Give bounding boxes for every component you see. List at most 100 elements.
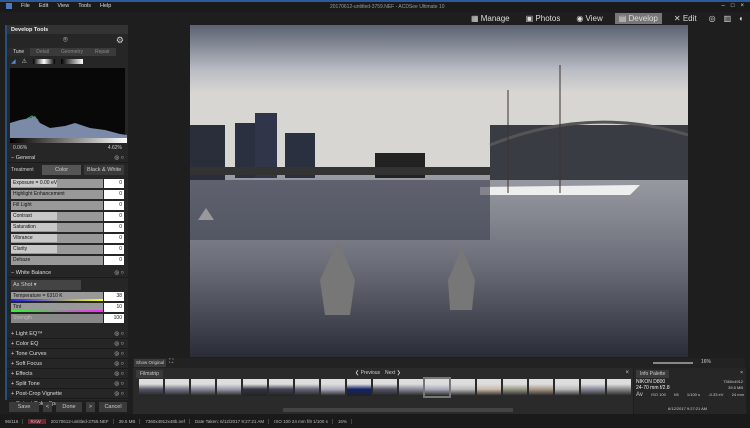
reset-icon[interactable]: ◎ ○ [114, 361, 124, 367]
tab-tune[interactable]: Tune [7, 48, 31, 56]
show-original-button[interactable]: Show Original [134, 359, 166, 367]
filmstrip-thumbnail[interactable] [477, 379, 501, 396]
reset-icon[interactable]: ◎ ○ [114, 270, 124, 276]
next-button[interactable]: > [86, 402, 95, 412]
tone-strip[interactable] [61, 58, 84, 64]
menu-file[interactable]: File [21, 3, 30, 9]
mode-manage[interactable]: ▦ Manage [467, 13, 514, 24]
zoom-slider[interactable] [653, 362, 693, 364]
slider-row[interactable]: Highlight Enhancement 0 [11, 190, 124, 199]
filmstrip-thumbnail[interactable] [295, 379, 319, 396]
section-collapsed[interactable]: + Split Tone ◎ ○ [7, 379, 128, 389]
bw-button[interactable]: Black & White [84, 165, 124, 175]
filmstrip-tab[interactable]: Filmstrip [136, 370, 163, 378]
cancel-button[interactable]: Cancel [99, 402, 127, 412]
next-button[interactable]: Next ❯ [385, 370, 401, 376]
auto-icon[interactable]: ⌾ [63, 35, 68, 45]
menu-edit[interactable]: Edit [39, 3, 48, 9]
filmstrip-thumbnail[interactable] [191, 379, 215, 396]
tint-slider[interactable]: Tint 10 [11, 303, 124, 312]
tab-detail[interactable]: Detail [30, 48, 56, 56]
section-collapsed[interactable]: + Effects ◎ ○ [7, 369, 128, 379]
slider-value[interactable]: 0 [104, 234, 124, 243]
filmstrip-scrollbar[interactable] [283, 408, 513, 412]
zoom-level[interactable]: 16% [701, 359, 711, 365]
slider-row[interactable]: Vibrance 0 [11, 234, 124, 243]
filmstrip-thumbnail[interactable] [165, 379, 189, 396]
fullscreen-icon[interactable]: ⛶ [169, 359, 173, 366]
slider-value[interactable]: 0 [104, 179, 124, 188]
filmstrip-thumbnail[interactable] [423, 377, 451, 398]
filmstrip-thumbnail[interactable] [373, 379, 397, 396]
slider-value[interactable]: 100 [104, 314, 124, 323]
mode-edit[interactable]: ✕ Edit [670, 13, 701, 24]
slider-value[interactable]: 10 [104, 303, 124, 312]
section-general[interactable]: − General ◎ ○ [7, 153, 128, 163]
reset-icon[interactable]: ◎ ○ [114, 331, 124, 337]
slider-row[interactable]: Dehaze 0 [11, 256, 124, 265]
done-button[interactable]: Done [56, 402, 82, 412]
stats-icon[interactable]: ▥ [724, 14, 732, 23]
mode-view[interactable]: ◉ View [572, 13, 606, 24]
info-close-icon[interactable]: × [740, 370, 743, 376]
reset-icon[interactable]: ◎ ○ [114, 351, 124, 357]
filmstrip-thumbnail[interactable] [529, 379, 553, 396]
mode-develop[interactable]: ▤ Develop [614, 13, 662, 24]
slider-row[interactable]: Fill Light 0 [11, 201, 124, 210]
filmstrip-thumbnail[interactable] [217, 379, 241, 396]
slider-value[interactable]: 0 [104, 190, 124, 199]
filmstrip-thumbnail[interactable] [399, 379, 423, 396]
menu-view[interactable]: View [57, 3, 69, 9]
temperature-slider[interactable]: Temperature = 6310 K 38 [11, 292, 124, 301]
color-button[interactable]: Color [41, 165, 82, 175]
filmstrip-thumbnail[interactable] [139, 379, 163, 396]
histogram-icon[interactable]: ◢ [11, 58, 16, 65]
tab-geometry[interactable]: Geometry [55, 48, 89, 56]
warning-icon[interactable]: ⚠ [22, 58, 27, 65]
menu-help[interactable]: Help [100, 3, 111, 9]
section-collapsed[interactable]: + Tone Curves ◎ ○ [7, 349, 128, 359]
slider-value[interactable]: 38 [104, 292, 124, 301]
mode-photos[interactable]: ▣ Photos [522, 13, 565, 24]
section-collapsed[interactable]: + Light EQ™ ◎ ○ [7, 329, 128, 339]
filmstrip-thumbnail[interactable] [607, 379, 631, 396]
filmstrip-thumbnail[interactable] [555, 379, 579, 396]
filmstrip-thumbnail[interactable] [243, 379, 267, 396]
slider-row[interactable]: Clarity 0 [11, 245, 124, 254]
reset-icon[interactable]: ◎ ○ [114, 391, 124, 397]
section-white-balance[interactable]: − White Balance ◎ ○ [7, 268, 128, 278]
close-button[interactable]: × [740, 3, 744, 9]
reset-icon[interactable]: ◎ ○ [114, 341, 124, 347]
notifications-icon[interactable]: ◐ [739, 14, 744, 23]
slider-row[interactable]: Exposure = 0.00 eV 0 [11, 179, 124, 188]
slider-value[interactable]: 0 [104, 245, 124, 254]
filmstrip-thumbnail[interactable] [451, 379, 475, 396]
filmstrip-thumbnail[interactable] [321, 379, 345, 396]
menu-tools[interactable]: Tools [78, 3, 91, 9]
filmstrip-thumbnail[interactable] [581, 379, 605, 396]
reset-icon[interactable]: ◎ ○ [114, 381, 124, 387]
reset-icon[interactable]: ◎ ○ [114, 155, 124, 161]
tone-strip[interactable] [33, 58, 56, 64]
wb-preset-select[interactable]: As Shot ▾ [11, 280, 81, 290]
slider-row[interactable]: Saturation 0 [11, 223, 124, 232]
section-collapsed[interactable]: + Soft Focus ◎ ○ [7, 359, 128, 369]
tab-repair[interactable]: Repair [88, 48, 116, 56]
photo-preview[interactable] [190, 25, 689, 357]
slider-value[interactable]: 0 [104, 223, 124, 232]
reset-icon[interactable]: ◎ ○ [114, 371, 124, 377]
prev-button[interactable]: < [43, 402, 52, 412]
maximize-button[interactable]: □ [731, 3, 735, 9]
filmstrip-close-icon[interactable]: × [625, 370, 629, 376]
filmstrip-thumbnail[interactable] [503, 379, 527, 396]
minimize-button[interactable]: – [722, 3, 725, 9]
slider-value[interactable]: 0 [104, 256, 124, 265]
slider-value[interactable]: 0 [104, 212, 124, 221]
filmstrip-thumbnail[interactable] [347, 379, 371, 396]
slider-row[interactable]: Contrast 0 [11, 212, 124, 221]
strength-slider[interactable]: Strength 100 [11, 314, 124, 323]
previous-button[interactable]: ❮ Previous [355, 370, 380, 376]
gear-icon[interactable]: ⚙ [116, 35, 124, 46]
dashboard-icon[interactable]: ◎ [709, 14, 716, 23]
save-button[interactable]: Save [9, 402, 39, 412]
